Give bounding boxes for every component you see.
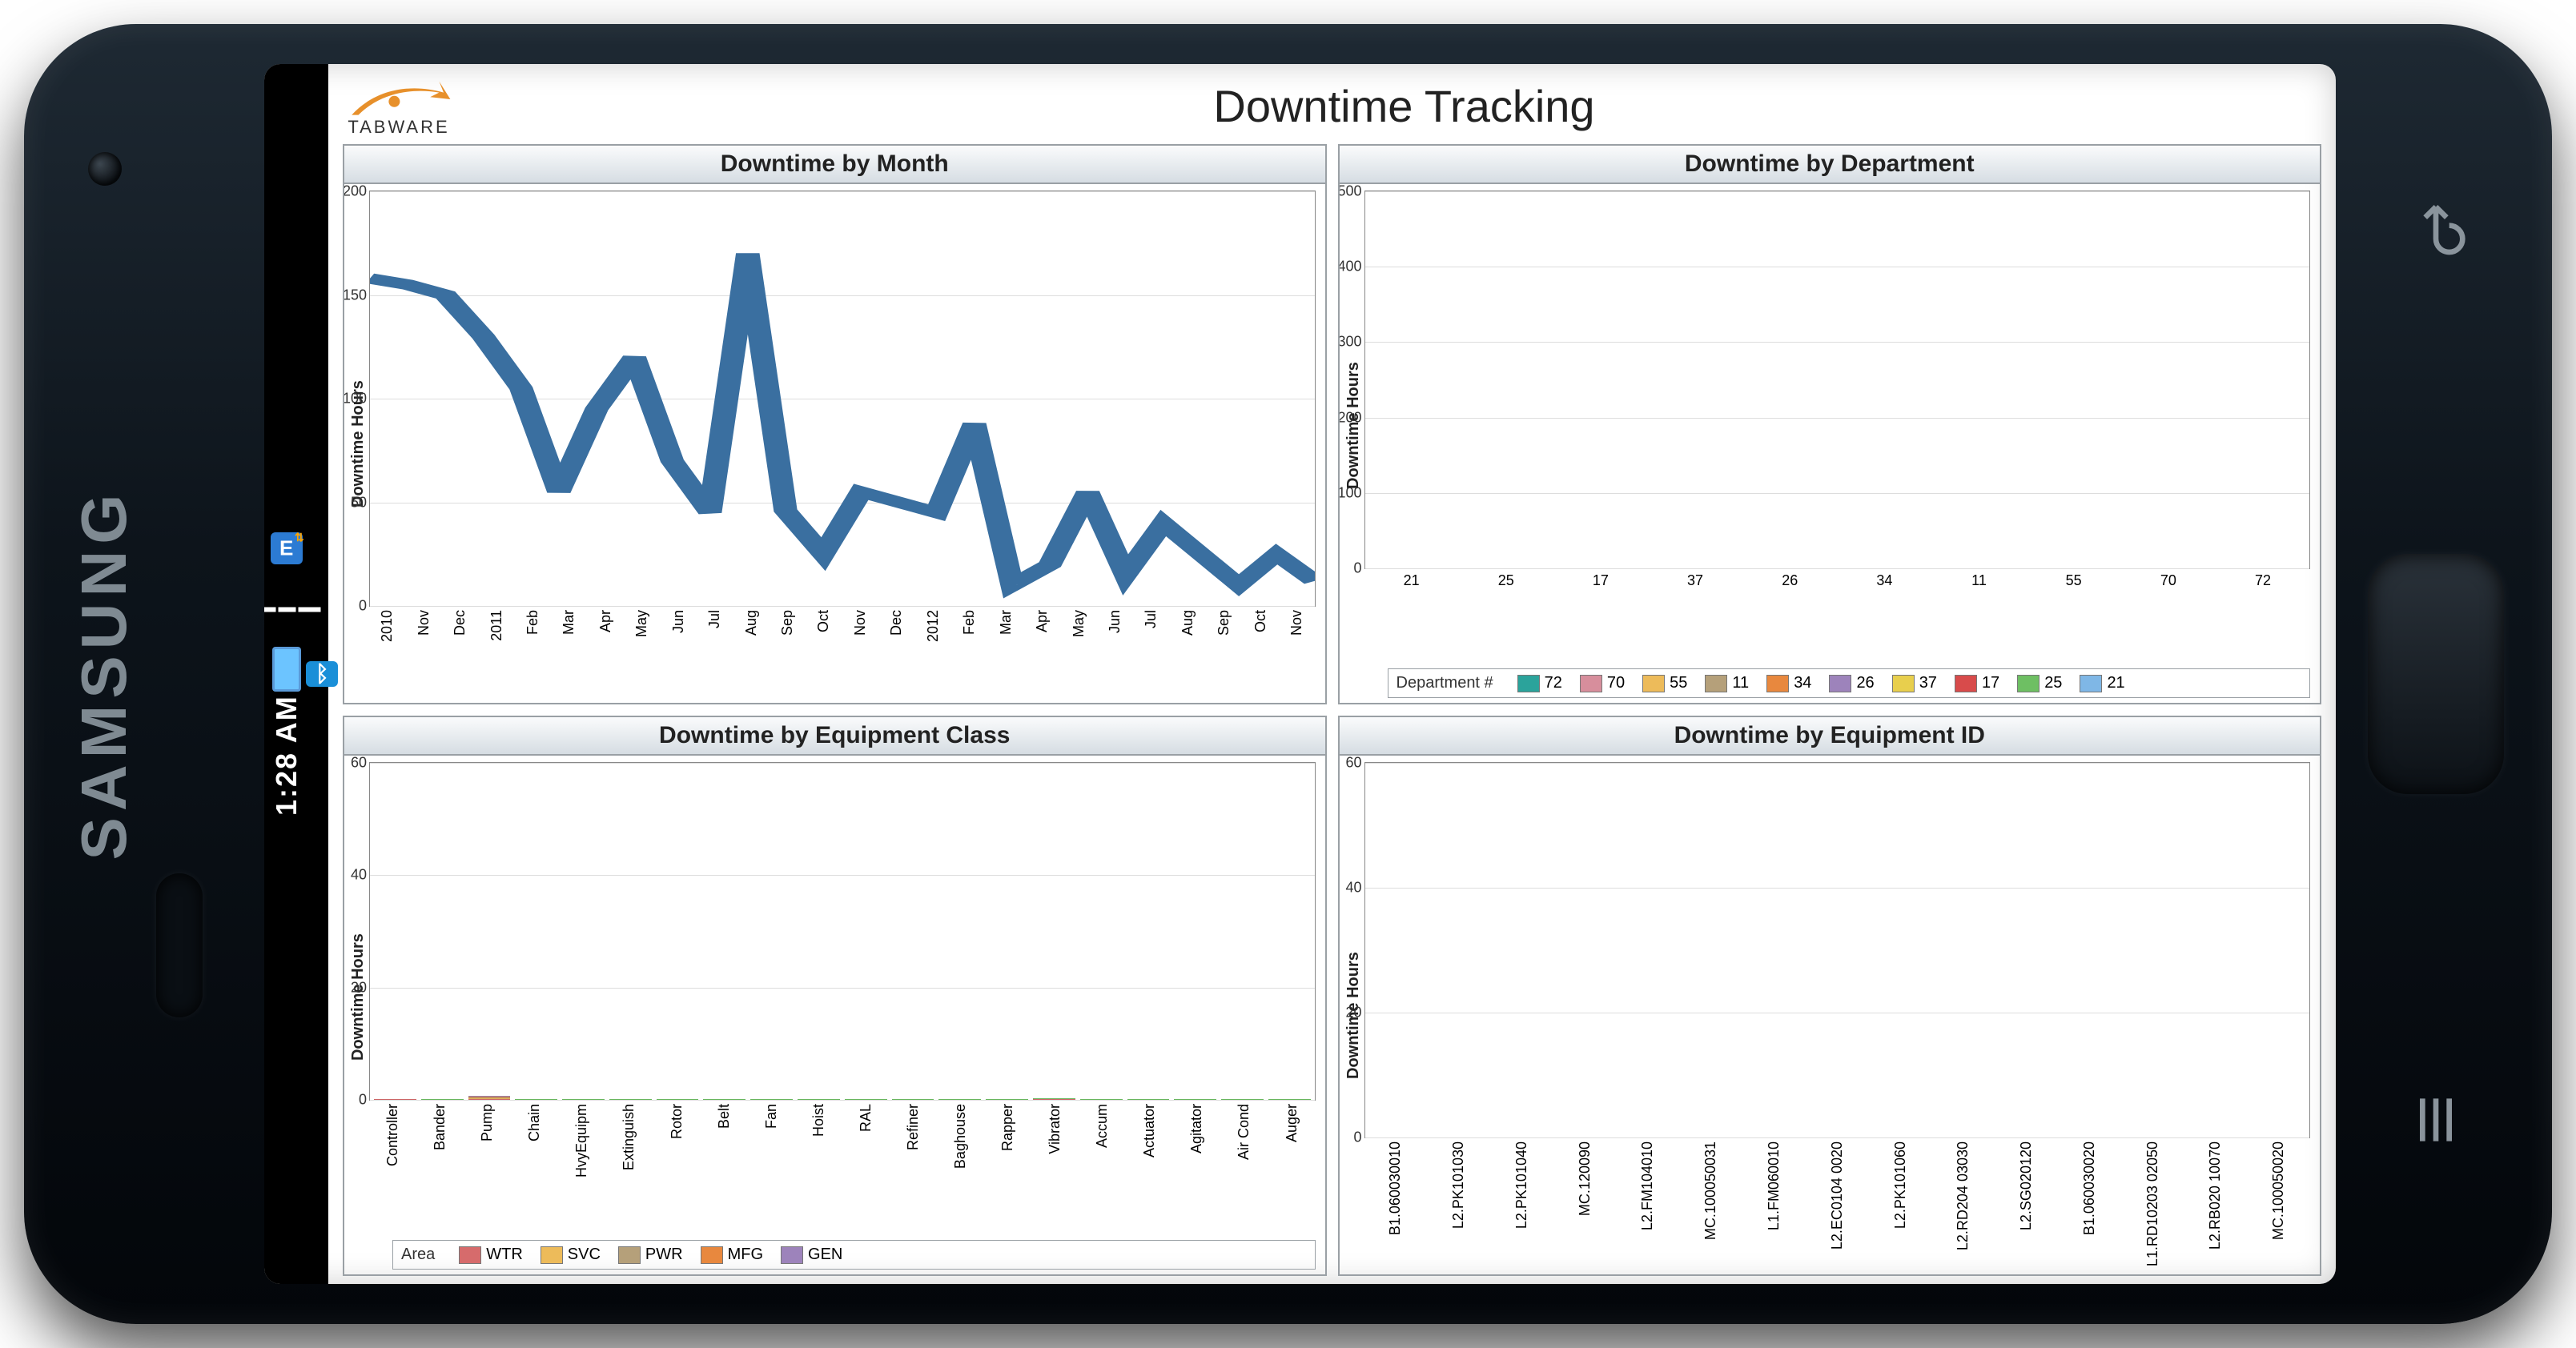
legend-title: Department # — [1397, 674, 1493, 692]
x-axis-month: 2010NovDec2011FebMarAprMayJunJulAugSepOc… — [369, 607, 1316, 698]
network-type-icon: E ⇅ — [271, 532, 303, 564]
bluetooth-icon: ᛒ — [306, 661, 338, 687]
menu-bars-icon — [2404, 1088, 2468, 1152]
app-logo: TABWARE — [343, 75, 455, 136]
panel-title: Downtime by Month — [344, 146, 1325, 184]
page-title: Downtime Tracking — [487, 80, 2321, 132]
panel-title: Downtime by Department — [1340, 146, 2321, 184]
battery-icon — [272, 647, 301, 692]
chart-area-equip-id[interactable]: 0204060 — [1364, 762, 2311, 1138]
earpiece-speaker — [156, 873, 203, 1017]
panel-downtime-equip-class: Downtime by Equipment Class Downtime Hou… — [343, 716, 1327, 1276]
panel-title: Downtime by Equipment ID — [1340, 717, 2321, 756]
chart-grid: Downtime by Month Downtime Hours 0501001… — [343, 144, 2321, 1276]
logo-text: TABWARE — [348, 118, 449, 136]
chart-area-month[interactable]: 050100150200 — [369, 191, 1316, 607]
screen: 1:28 AM E ⇅ ᛒ TABWARE Downtim — [264, 64, 2336, 1284]
phone-device-frame: SAMSUNG 1:28 AM E ⇅ ᛒ — [24, 24, 2552, 1324]
back-hw-button[interactable] — [2392, 168, 2480, 288]
chart-area-dept[interactable]: 0100200300400500 — [1364, 191, 2311, 569]
x-axis-equip-class: ControllerBanderPumpChainHvyEquipmExting… — [369, 1101, 1316, 1232]
legend-dept: Department # 72705511342637172521 — [1388, 668, 2311, 698]
x-axis-equip-id: B1.060030010L2.PK101030L2.PK101040MC.120… — [1364, 1138, 2311, 1270]
device-brand: SAMSUNG — [67, 488, 141, 861]
header: TABWARE Downtime Tracking — [343, 75, 2321, 136]
chart-area-equip-class[interactable]: 0204060 — [369, 762, 1316, 1101]
legend-equip-class: Area WTRSVCPWRMFGGEN — [392, 1240, 1316, 1270]
home-hw-button[interactable] — [2368, 554, 2504, 794]
status-bar: 1:28 AM E ⇅ ᛒ — [264, 64, 328, 1284]
y-axis-label: Downtime Hours — [348, 762, 369, 1232]
menu-hw-button[interactable] — [2392, 1060, 2480, 1180]
x-axis-dept: 21251737263411557072 — [1364, 569, 2311, 660]
panel-downtime-equip-id: Downtime by Equipment ID Downtime Hours … — [1338, 716, 2322, 1276]
signal-icon — [264, 608, 321, 612]
panel-title: Downtime by Equipment Class — [344, 717, 1325, 756]
front-camera — [88, 152, 122, 186]
logo-swoosh-icon — [343, 75, 455, 123]
panel-downtime-month: Downtime by Month Downtime Hours 0501001… — [343, 144, 1327, 704]
app-content: TABWARE Downtime Tracking Downtime by Mo… — [328, 64, 2336, 1284]
y-axis-label: Downtime Hours — [348, 191, 369, 698]
panel-downtime-dept: Downtime by Department Downtime Hours 01… — [1338, 144, 2322, 704]
status-top: 1:28 AM E ⇅ — [264, 532, 309, 816]
back-arrow-icon — [2404, 196, 2468, 260]
status-clock: 1:28 AM — [270, 695, 303, 816]
legend-title: Area — [401, 1246, 435, 1264]
